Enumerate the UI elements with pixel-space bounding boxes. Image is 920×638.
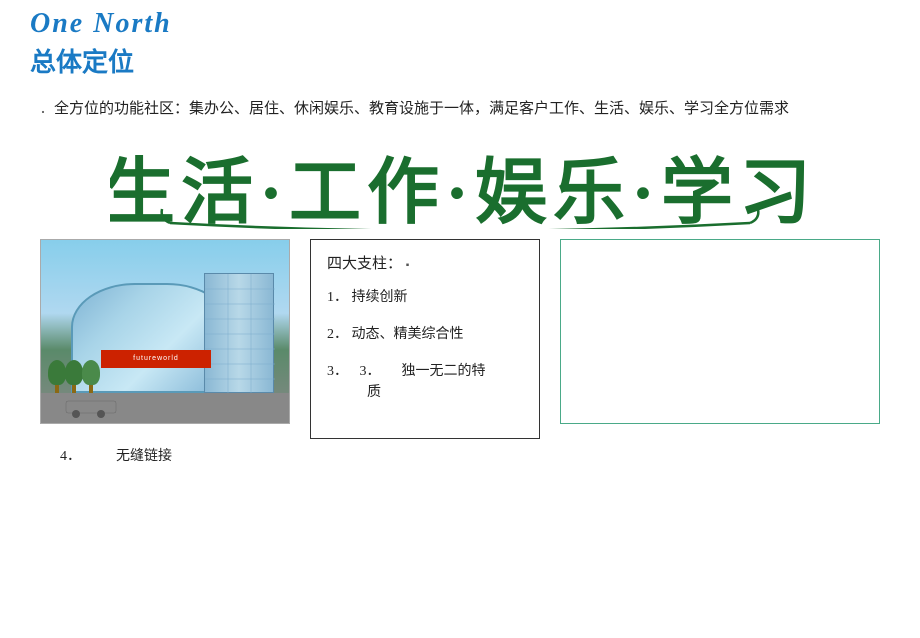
svg-text:生活·工作·娱乐·学习: 生活·工作·娱乐·学习: [110, 153, 810, 229]
building-facade: [204, 273, 274, 393]
title-zh: 总体定位: [30, 42, 890, 79]
bottom-area: futureworld 四大支柱： ▪ 1． 持续创新: [30, 239, 890, 439]
pillars-box: 四大支柱： ▪ 1． 持续创新 2． 动态、精美综合性 3． 3． 独一无二的特…: [310, 239, 540, 439]
pillar-text-1: 持续创新: [352, 290, 408, 305]
bullet-icon: ·: [40, 98, 46, 127]
pillar-text-3: 3． 独一无二的特质: [327, 364, 486, 400]
pillar-item-1: 1． 持续创新: [327, 287, 523, 308]
pillar-text-2: 动态、精美综合性: [352, 327, 464, 342]
pillar-item-3: 3． 3． 独一无二的特质: [327, 361, 523, 403]
pillar-title-dot: ▪: [406, 260, 410, 271]
header-section: One North 总体定位: [30, 0, 890, 79]
pillar-num-1: 1．: [327, 290, 348, 305]
bullet-section: · 全方位的功能社区：集办公、居住、休闲娱乐、教育设施于一体，满足客户工作、生活…: [40, 97, 890, 127]
bullet-item: · 全方位的功能社区：集办公、居住、休闲娱乐、教育设施于一体，满足客户工作、生活…: [40, 97, 890, 127]
pillars-title-text: 四大支柱：: [327, 256, 402, 272]
slogan-decoration-top: 生活·工作·娱乐·学习: [110, 139, 810, 229]
bullet-text: 全方位的功能社区：集办公、居住、休闲娱乐、教育设施于一体，满足客户工作、生活、娱…: [54, 97, 789, 121]
slogan-container: 生活·工作·娱乐·学习: [30, 139, 890, 229]
red-banner: futureworld: [101, 350, 211, 368]
right-box: [560, 239, 880, 424]
trees: [51, 360, 97, 395]
pillar-item-4: 4． 无缝链接: [40, 445, 890, 465]
page: One North 总体定位 · 全方位的功能社区：集办公、居住、休闲娱乐、教育…: [0, 0, 920, 638]
title-en: One North: [30, 0, 890, 40]
pillar-item-2: 2． 动态、精美综合性: [327, 324, 523, 345]
building-photo: futureworld: [40, 239, 290, 424]
pillars-title: 四大支柱： ▪: [327, 252, 523, 273]
pillar-num-2: 2．: [327, 327, 348, 342]
pillar-num-3: 3．: [327, 364, 348, 379]
